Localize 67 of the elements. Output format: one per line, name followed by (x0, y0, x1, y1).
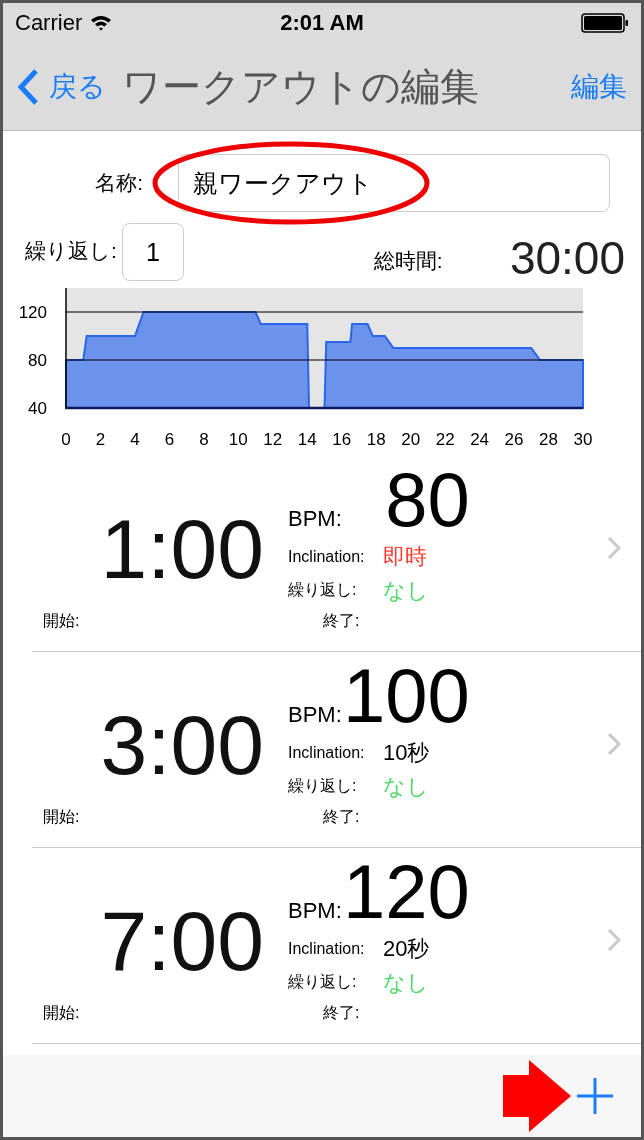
end-label: 終了: (323, 807, 360, 827)
x-tick-label: 8 (199, 430, 209, 449)
bpm-label: BPM: (288, 701, 342, 728)
bpm-value: 80 (384, 461, 470, 538)
x-tick-label: 2 (95, 430, 106, 449)
start-label: 開始: (43, 611, 81, 631)
interval-row[interactable]: 3:00 BPM:100 Inclination: 10秒 繰り返し: なし 開始: 終了: (32, 652, 641, 848)
chevron-left-icon (17, 67, 39, 106)
x-tick-label: 26 (504, 430, 524, 449)
inclination-value: 即時 (383, 542, 427, 571)
bpm-label: BPM: (288, 897, 342, 924)
repeat-label: 繰り返し: (25, 238, 117, 264)
repeat-label: 繰り返し: (288, 776, 358, 796)
duration-value: 1:00 (99, 506, 264, 591)
arrow-icon (503, 1060, 571, 1132)
bpm-label: BPM: (288, 505, 342, 532)
x-tick-label: 24 (470, 430, 490, 449)
repeat-label: 繰り返し: (288, 972, 358, 992)
x-tick-label: 18 (366, 430, 386, 449)
y-tick-label: 40 (28, 399, 47, 418)
x-tick-label: 10 (228, 430, 248, 449)
x-tick-label: 6 (164, 430, 175, 449)
repeat-value: なし (383, 772, 429, 801)
x-tick-label: 16 (332, 430, 352, 449)
x-tick-label: 14 (297, 430, 317, 449)
y-tick-label: 120 (18, 303, 47, 322)
start-label: 開始: (43, 1003, 81, 1023)
x-tick-label: 4 (130, 430, 140, 449)
chevron-right-icon (607, 535, 621, 560)
add-button[interactable] (577, 1078, 613, 1114)
chevron-right-icon (607, 731, 621, 756)
end-label: 終了: (323, 1003, 360, 1023)
plus-icon (577, 1078, 613, 1114)
repeat-label: 繰り返し: (288, 580, 358, 600)
repeat-value: なし (383, 576, 429, 605)
screen-title: ワークアウトの編集 (122, 63, 479, 110)
total-time-label: 総時間: (373, 248, 443, 274)
carrier-name: Carrier (15, 10, 83, 36)
interval-row[interactable]: 7:00 BPM:120 Inclination: 20秒 繰り返し: なし 開始: 終了: (32, 848, 641, 1044)
battery-icon (581, 13, 629, 33)
repeat-input-field[interactable]: 1 (121, 223, 184, 281)
inclination-value: 20秒 (383, 934, 430, 963)
x-tick-label: 28 (539, 430, 558, 449)
x-tick-label: 20 (401, 430, 421, 449)
interval-row[interactable]: 1:00 BPM: 80 Inclination: 即時 繰り返し: なし 開始: 終了: (32, 456, 641, 652)
bpm-value: 120 (342, 853, 470, 930)
name-input-field[interactable]: 親ワークアウト (178, 154, 610, 212)
inclination-label: Inclination: (288, 547, 366, 566)
duration-value: 3:00 (99, 702, 264, 787)
name-label: 名称: (94, 170, 143, 196)
chevron-right-icon (607, 927, 621, 952)
x-tick-label: 30 (573, 430, 593, 449)
inclination-label: Inclination: (288, 743, 366, 762)
end-label: 終了: (323, 611, 360, 631)
wifi-icon (90, 15, 113, 31)
bpm-value: 100 (342, 657, 470, 734)
start-label: 開始: (43, 807, 81, 827)
status-time: 2:01 AM (280, 10, 364, 36)
inclination-label: Inclination: (288, 939, 366, 958)
repeat-value: なし (383, 968, 429, 997)
y-tick-label: 80 (28, 351, 47, 370)
inclination-value: 10秒 (383, 738, 430, 767)
x-tick-label: 0 (61, 430, 71, 449)
total-time-value: 30:00 (509, 235, 625, 281)
x-tick-label: 12 (263, 430, 283, 449)
x-tick-label: 22 (435, 430, 455, 449)
duration-value: 7:00 (99, 898, 264, 983)
